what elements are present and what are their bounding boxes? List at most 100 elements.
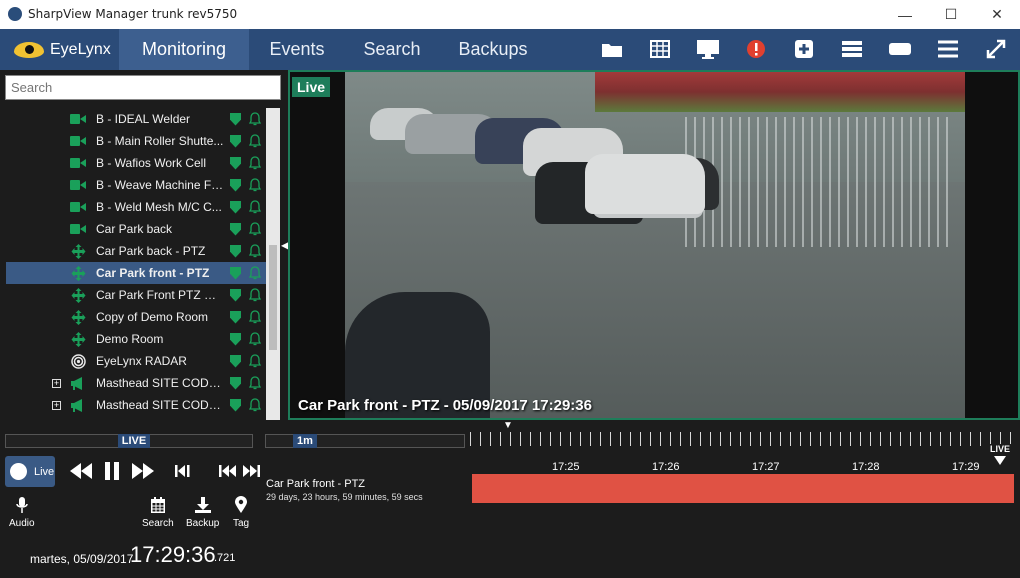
bell-icon[interactable] — [248, 156, 262, 170]
sidebar-item[interactable]: Car Park front - PTZ — [6, 262, 266, 284]
radar-icon — [70, 353, 86, 369]
shield-icon[interactable] — [230, 134, 241, 148]
ptz-icon — [70, 287, 86, 303]
expand-icon[interactable]: + — [52, 378, 61, 388]
shield-icon[interactable] — [230, 288, 241, 302]
scrollbar[interactable] — [266, 108, 280, 422]
step-back-icon[interactable] — [170, 458, 196, 484]
sidebar-item[interactable]: EyeLynx RADAR — [6, 350, 266, 372]
alert-icon[interactable] — [742, 36, 770, 62]
bell-icon[interactable] — [248, 376, 262, 390]
maximize-button[interactable]: ☐ — [928, 0, 974, 29]
video-pane[interactable]: Live Car Park front - PTZ -05/09/2017 17:… — [288, 70, 1020, 420]
fast-forward-icon[interactable] — [130, 458, 156, 484]
live-marker[interactable]: LIVE — [990, 444, 1016, 465]
monitor-icon[interactable] — [694, 36, 722, 62]
bell-icon[interactable] — [248, 112, 262, 126]
shield-icon[interactable] — [230, 200, 241, 214]
tab-events[interactable]: Events — [249, 29, 345, 70]
zoom-scrubber[interactable]: 1m — [265, 434, 465, 448]
sidebar-item[interactable]: Car Park back — [6, 218, 266, 240]
brand-name: EyeLynx — [50, 40, 111, 58]
sidebar-item[interactable]: B - Wafios Work Cell — [6, 152, 266, 174]
shield-icon[interactable] — [230, 332, 241, 346]
shield-icon[interactable] — [230, 376, 241, 390]
bell-icon[interactable] — [248, 266, 262, 280]
tab-monitoring[interactable]: Monitoring — [119, 29, 249, 70]
bell-icon[interactable] — [248, 398, 262, 412]
feed-car — [585, 154, 705, 214]
sidebar-item[interactable]: B - Main Roller Shutte... — [6, 130, 266, 152]
bell-icon[interactable] — [248, 288, 262, 302]
sidebar-item-label: Copy of Demo Room — [96, 310, 209, 324]
sidebar-item[interactable]: B - Weave Machine Fr... — [6, 174, 266, 196]
tag-button[interactable]: Tag — [233, 496, 249, 529]
sidebar-item[interactable]: Copy of Demo Room — [6, 306, 266, 328]
close-button[interactable]: ✕ — [974, 0, 1020, 29]
current-time: 17:29:36 — [130, 542, 216, 567]
backup-label: Backup — [186, 518, 220, 529]
bell-icon[interactable] — [248, 332, 262, 346]
tab-backups[interactable]: Backups — [439, 29, 547, 70]
timeline-tick-label: 17:28 — [852, 461, 880, 473]
feed-fence — [685, 117, 955, 247]
sidebar-item[interactable]: + Masthead SITE CODE 2 — [6, 394, 266, 416]
shield-icon[interactable] — [230, 354, 241, 368]
shield-icon[interactable] — [230, 156, 241, 170]
ptz-icon — [70, 331, 86, 347]
bell-icon[interactable] — [248, 244, 262, 258]
live-scrubber[interactable]: LIVE — [5, 434, 253, 448]
audio-button[interactable]: Audio — [9, 496, 35, 529]
minimize-button[interactable]: — — [882, 0, 928, 29]
brand-logo: EyeLynx — [0, 29, 119, 70]
sidebar-item[interactable]: B - Weld Mesh M/C C... — [6, 196, 266, 218]
fullscreen-icon[interactable] — [982, 36, 1010, 62]
add-icon[interactable] — [790, 36, 818, 62]
sidebar-item-label: Car Park Front PTZ VK2 — [96, 288, 224, 302]
zoom-tag: 1m — [293, 434, 317, 448]
screen-icon[interactable] — [886, 36, 914, 62]
shield-icon[interactable] — [230, 112, 241, 126]
sidebar-item-label: Masthead SITE CODE 2 — [96, 398, 224, 412]
recording-bar[interactable] — [472, 474, 1014, 503]
shield-icon[interactable] — [230, 222, 241, 236]
folder-icon[interactable] — [598, 36, 626, 62]
sidebar-item[interactable]: Car Park back - PTZ — [6, 240, 266, 262]
search-button[interactable]: Search — [142, 496, 174, 529]
bell-icon[interactable] — [248, 310, 262, 324]
sidebar-item[interactable]: Demo Room — [6, 328, 266, 350]
expand-icon[interactable]: + — [52, 400, 61, 410]
bell-icon[interactable] — [248, 354, 262, 368]
shield-icon[interactable] — [230, 244, 241, 258]
backup-button[interactable]: Backup — [186, 496, 219, 529]
grid-icon[interactable] — [646, 36, 674, 62]
layout-icon[interactable] — [838, 36, 866, 62]
skip-end-icon[interactable] — [238, 458, 264, 484]
bell-icon[interactable] — [248, 134, 262, 148]
sidebar-item[interactable]: B - IDEAL Welder — [6, 108, 266, 130]
shield-icon[interactable] — [230, 310, 241, 324]
shield-icon[interactable] — [230, 178, 241, 192]
sidebar-item-label: Car Park front - PTZ — [96, 266, 210, 280]
sidebar-item[interactable]: + Masthead SITE CODE 1 — [6, 372, 266, 394]
window-title: SharpView Manager trunk rev5750 — [28, 7, 238, 21]
camera-icon — [70, 112, 86, 126]
live-button[interactable]: Live — [5, 456, 55, 487]
ptz-icon — [70, 243, 86, 259]
scrollbar-thumb[interactable] — [269, 245, 277, 350]
bell-icon[interactable] — [248, 222, 262, 236]
bell-icon[interactable] — [248, 200, 262, 214]
ptz-icon — [70, 309, 86, 325]
menu-icon[interactable] — [934, 36, 962, 62]
timeline-ruler[interactable] — [470, 432, 1020, 446]
sidebar-item[interactable]: Car Park Front PTZ VK2 — [6, 284, 266, 306]
shield-icon[interactable] — [230, 266, 241, 280]
pause-icon[interactable] — [99, 458, 125, 484]
search-input[interactable] — [5, 75, 281, 100]
tab-search[interactable]: Search — [345, 29, 439, 70]
timeline-tick-label: 17:26 — [652, 461, 680, 473]
shield-icon[interactable] — [230, 398, 241, 412]
chevron-down-icon[interactable]: ▼ — [503, 420, 513, 431]
bell-icon[interactable] — [248, 178, 262, 192]
rewind-icon[interactable] — [68, 458, 94, 484]
